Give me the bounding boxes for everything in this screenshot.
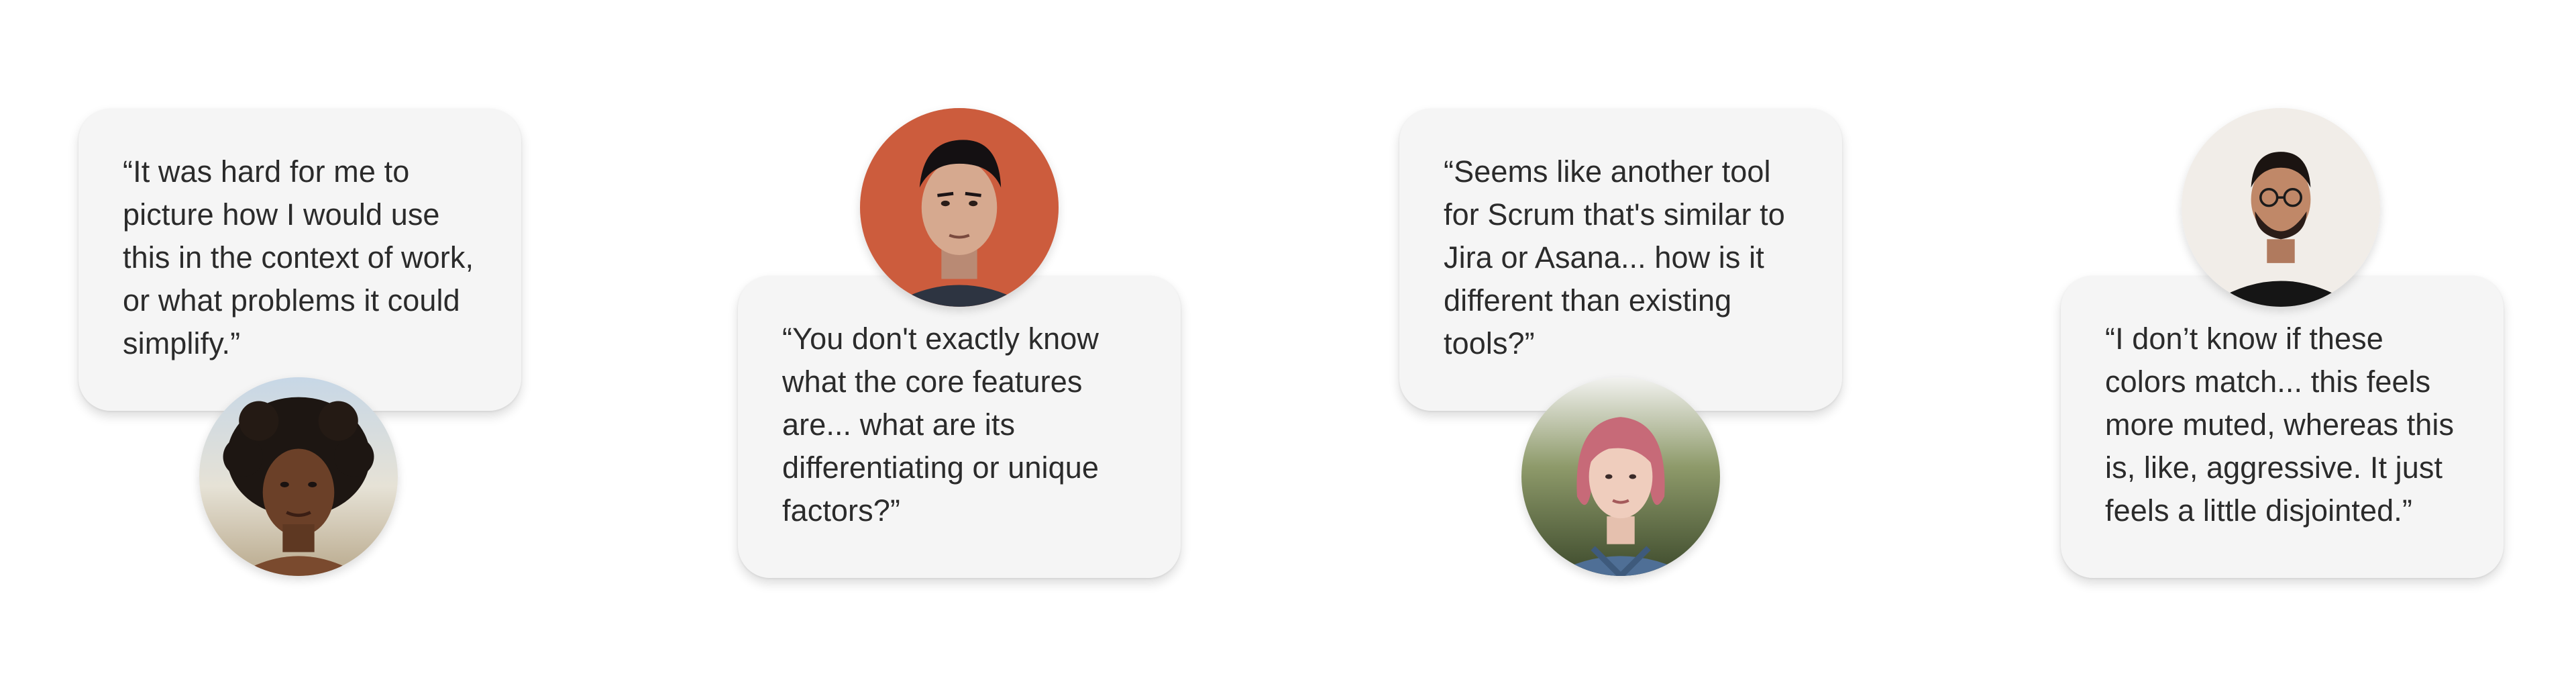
avatar (1521, 377, 1720, 576)
testimonials-section: “It was hard for me to picture how I wou… (0, 0, 2576, 682)
testimonial-quote: “I don’t know if these colors match... t… (2105, 322, 2455, 528)
user-photo-icon (2182, 108, 2380, 307)
testimonial-quote: “You don't exactly know what the core fe… (782, 322, 1099, 528)
testimonial-quote: “It was hard for me to picture how I wou… (123, 154, 474, 360)
user-photo-icon (1521, 377, 1720, 576)
testimonial-quote: “Seems like another tool for Scrum that'… (1444, 154, 1785, 360)
avatar (860, 108, 1059, 307)
testimonial-card: “You don't exactly know what the core fe… (738, 276, 1181, 578)
testimonial-card: “Seems like another tool for Scrum that'… (1399, 109, 1842, 411)
testimonial-card: “It was hard for me to picture how I wou… (78, 109, 521, 411)
avatar (199, 377, 398, 576)
testimonial-card: “I don’t know if these colors match... t… (2061, 276, 2504, 578)
user-photo-icon (860, 108, 1059, 307)
user-photo-icon (199, 377, 398, 576)
avatar (2182, 108, 2380, 307)
